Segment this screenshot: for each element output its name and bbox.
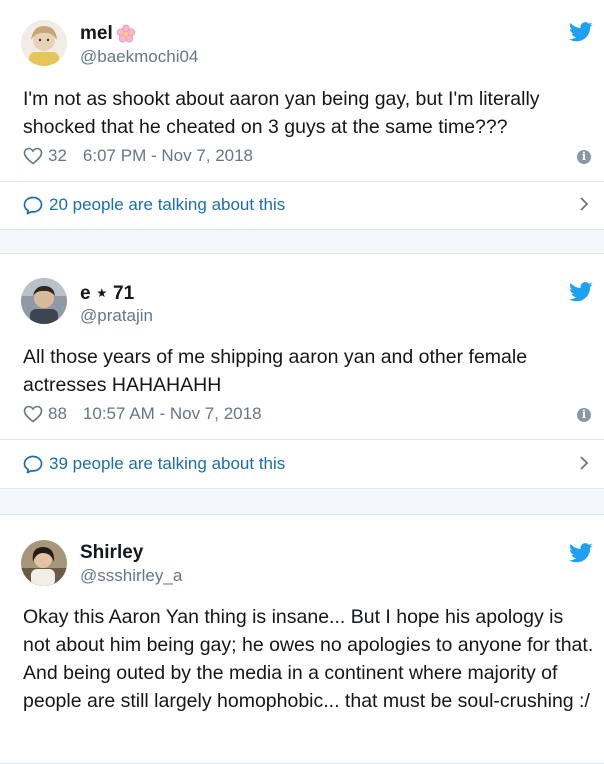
tweet-text: Okay this Aaron Yan thing is insane... B… [23,606,594,712]
heart-icon[interactable] [23,405,43,423]
speech-bubble-icon [23,455,43,473]
timestamp[interactable]: 6:07 PM - Nov 7, 2018 [83,146,253,166]
heart-icon[interactable] [23,147,43,165]
display-name-text: mel [80,23,113,44]
user-handle[interactable]: @ssshirley_a [80,566,182,586]
tweet-card: Shirley @ssshirley_a Okay this Aaron Yan… [0,514,604,764]
tweet-card: e ⋆ 71 @pratajin All those years of me s… [0,253,604,489]
info-icon[interactable]: i [577,408,591,422]
conversation-link-text: 39 people are talking about this [49,454,286,473]
user-handle[interactable]: @baekmochi04 [80,47,198,67]
cherry-blossom-icon [116,24,135,43]
tweet-text: I'm not as shookt about aaron yan being … [23,88,540,138]
display-name[interactable]: e ⋆ 71 [80,282,134,305]
like-count: 88 [48,404,67,423]
like-count: 32 [48,146,67,165]
twitter-bird-icon[interactable] [569,543,593,563]
tweet-text: All those years of me shipping aaron yan… [23,346,528,396]
divider [0,439,604,440]
display-name[interactable]: Shirley [80,542,143,564]
twitter-bird-icon[interactable] [569,282,593,302]
speech-bubble-icon [23,196,43,214]
info-icon[interactable]: i [577,150,591,164]
display-name[interactable]: mel [80,23,136,45]
chevron-right-icon[interactable] [579,196,589,212]
timestamp[interactable]: 10:57 AM - Nov 7, 2018 [83,404,262,424]
chevron-right-icon[interactable] [579,455,589,471]
avatar[interactable] [21,20,67,66]
avatar[interactable] [21,278,67,324]
conversation-link[interactable]: 39 people are talking about this [23,454,285,474]
divider [0,181,604,182]
tweet-meta: 88 10:57 AM - Nov 7, 2018 [23,404,262,424]
conversation-link-text: 20 people are talking about this [49,195,286,214]
avatar[interactable] [21,540,67,586]
tweet-card: mel @baekmochi04 I'm not as shookt about… [0,0,604,230]
tweet-meta: 32 6:07 PM - Nov 7, 2018 [23,146,253,166]
twitter-bird-icon[interactable] [569,22,593,42]
user-handle[interactable]: @pratajin [80,306,153,326]
conversation-link[interactable]: 20 people are talking about this [23,195,285,215]
